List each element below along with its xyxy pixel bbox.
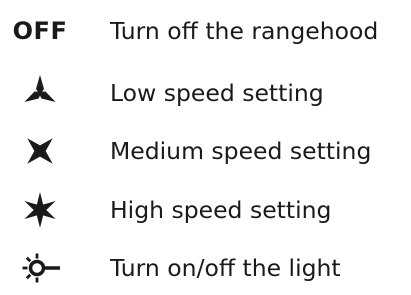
fan-medium-icon: [6, 126, 74, 176]
legend-row-medium: Medium speed setting: [0, 126, 411, 176]
off-symbol: OFF: [12, 17, 68, 45]
control-legend: OFF Turn off the rangehood Low speed set…: [0, 0, 411, 295]
low-description: Low speed setting: [110, 79, 324, 107]
legend-row-low: Low speed setting: [0, 68, 411, 118]
high-description: High speed setting: [110, 196, 332, 224]
off-description: Turn off the rangehood: [110, 17, 379, 45]
light-description: Turn on/off the light: [110, 254, 341, 282]
light-icon-graphic: [22, 253, 60, 283]
fan-high-icon: [6, 185, 74, 235]
fan-low-icon: [6, 68, 74, 118]
fan-high-icon-graphic: [24, 192, 56, 228]
fan-medium-icon-graphic: [27, 138, 53, 164]
fan-low-icon-graphic: [24, 75, 56, 102]
legend-row-off: OFF Turn off the rangehood: [0, 6, 411, 56]
legend-row-light: Turn on/off the light: [0, 243, 411, 293]
light-icon: [6, 243, 74, 293]
medium-description: Medium speed setting: [110, 137, 372, 165]
off-symbol-cell: OFF: [6, 6, 74, 56]
legend-row-high: High speed setting: [0, 185, 411, 235]
